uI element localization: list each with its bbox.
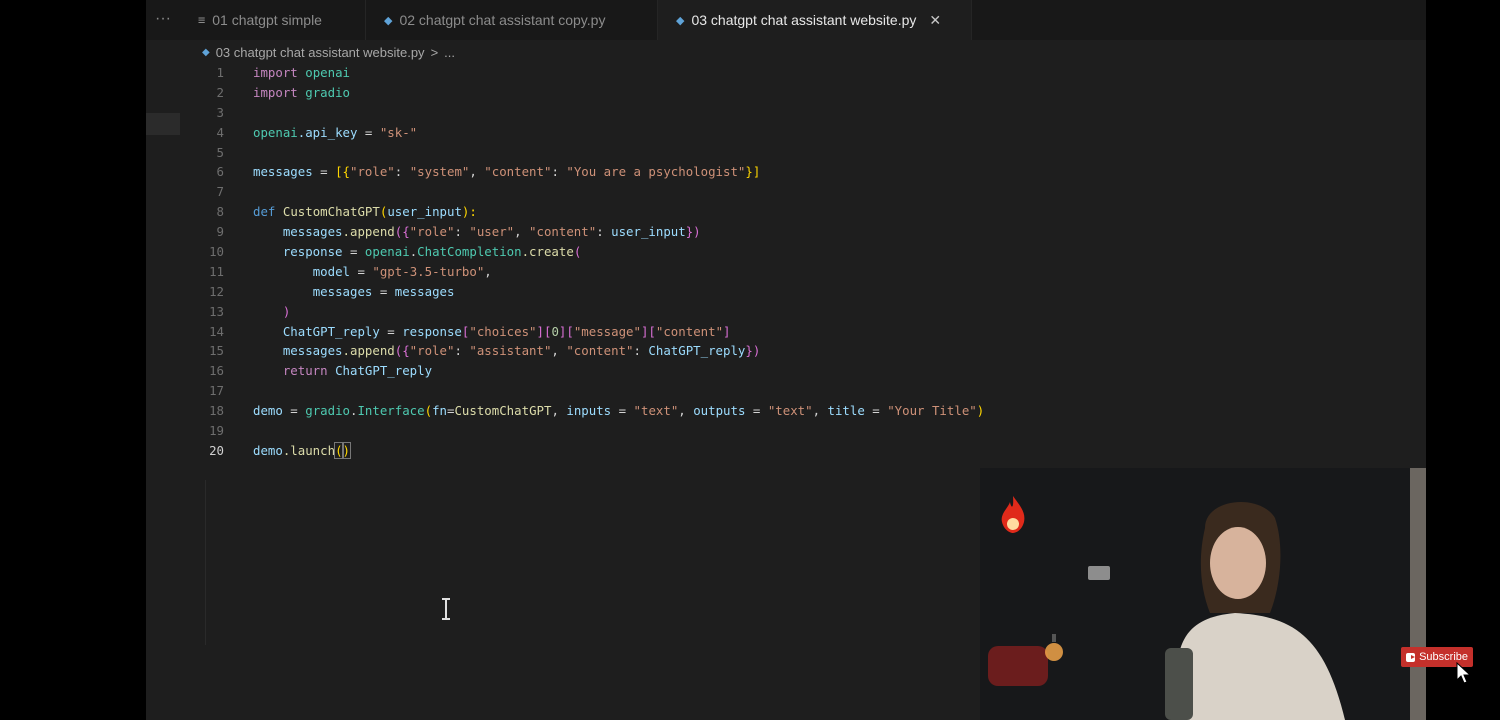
presenter-video	[1165, 501, 1345, 720]
line-number: 16	[209, 363, 224, 379]
code-text: messages = messages	[312, 283, 455, 299]
python-file-icon: ◆	[676, 14, 685, 27]
code-line: 2 import gradio	[198, 83, 1158, 103]
code-line: 15 messages.append({"role": "assistant",…	[198, 341, 1158, 361]
code-text: ChatGPT_reply = response["choices"][0]["…	[282, 323, 731, 339]
line-number: 7	[216, 184, 224, 200]
code-line: 3	[198, 103, 1158, 123]
lantern-icon	[1045, 634, 1063, 661]
code-line: 8 def CustomChatGPT(user_input):	[198, 202, 1158, 222]
tab-02-chatgpt-chat-assistant-copy[interactable]: ◆ 02 chatgpt chat assistant copy.py	[366, 0, 658, 40]
line-number: 10	[209, 244, 224, 260]
code-line: 10 response = openai.ChatCompletion.crea…	[198, 242, 1158, 262]
code-text: def CustomChatGPT(user_input):	[253, 204, 477, 220]
webcam-overlay	[980, 468, 1426, 720]
code-line: 4 openai.api_key = "sk-"	[198, 123, 1158, 143]
code-line: 7	[198, 182, 1158, 202]
code-text: response = openai.ChatCompletion.create(	[282, 244, 582, 260]
line-number: 13	[209, 303, 224, 319]
line-number: 6	[216, 164, 224, 180]
tab-bar: ··· ≡ 01 chatgpt simple ◆ 02 chatgpt cha…	[146, 0, 1426, 40]
text-cursor-icon	[442, 598, 450, 620]
tab-01-chatgpt-simple[interactable]: ≡ 01 chatgpt simple	[180, 0, 366, 40]
code-line: 1 import openai	[198, 63, 1158, 83]
python-file-icon: ◆	[384, 14, 393, 27]
line-number: 11	[209, 263, 224, 279]
code-line: 12 messages = messages	[198, 282, 1158, 302]
tab-03-chatgpt-chat-assistant-website[interactable]: ◆ 03 chatgpt chat assistant website.py ✕	[658, 0, 972, 40]
code-area[interactable]: 1 import openai 2 import gradio 3 4 open…	[198, 63, 1158, 461]
chevron-right-icon: >	[430, 44, 439, 60]
python-file-icon: ◆	[202, 46, 210, 58]
code-text: messages = [{"role": "system", "content"…	[253, 164, 761, 180]
red-pillow	[988, 646, 1048, 686]
code-text: messages.append({"role": "assistant", "c…	[282, 343, 761, 359]
tab-label: 02 chatgpt chat assistant copy.py	[399, 12, 606, 28]
code-line: 16 return ChatGPT_reply	[198, 361, 1158, 381]
code-text: messages.append({"role": "user", "conten…	[282, 224, 701, 240]
line-number: 18	[209, 403, 224, 419]
code-text: demo = gradio.Interface(fn=CustomChatGPT…	[253, 403, 985, 419]
breadcrumb-file[interactable]: 03 chatgpt chat assistant website.py	[216, 45, 425, 60]
tab-label: 03 chatgpt chat assistant website.py	[691, 12, 917, 28]
line-number: 14	[209, 323, 224, 339]
line-number: 17	[209, 383, 224, 399]
close-icon[interactable]: ✕	[929, 12, 941, 29]
wall-switch	[1088, 566, 1110, 580]
code-line: 5	[198, 143, 1158, 163]
line-number: 4	[216, 124, 224, 140]
code-line: 14 ChatGPT_reply = response["choices"][0…	[198, 322, 1158, 342]
line-number: 5	[216, 144, 224, 160]
line-number: 20	[209, 442, 224, 458]
tab-label: 01 chatgpt simple	[212, 12, 322, 28]
code-line: 17	[198, 381, 1158, 401]
tab-overflow-button[interactable]: ···	[146, 0, 180, 40]
mouse-pointer-icon	[1456, 662, 1472, 684]
line-number: 19	[209, 423, 224, 439]
line-number: 1	[216, 65, 224, 80]
indent-guide	[205, 480, 206, 645]
code-text: openai.api_key = "sk-"	[253, 124, 418, 140]
activity-bar-highlight	[146, 113, 180, 135]
flame-lamp-icon	[1001, 496, 1025, 533]
youtube-icon	[1406, 652, 1416, 662]
code-line: 18 demo = gradio.Interface(fn=CustomChat…	[198, 401, 1158, 421]
code-line-current: 20 demo.launch()	[198, 441, 1158, 461]
line-number: 12	[209, 283, 224, 299]
line-number: 3	[216, 104, 224, 120]
code-line: 19	[198, 421, 1158, 441]
code-line: 9 messages.append({"role": "user", "cont…	[198, 222, 1158, 242]
code-text: return ChatGPT_reply	[282, 363, 433, 379]
code-text: demo.launch()	[253, 441, 352, 459]
line-number: 2	[216, 84, 224, 100]
text-file-icon: ≡	[198, 13, 206, 27]
code-text: model = "gpt-3.5-turbo",	[312, 263, 492, 279]
breadcrumb: ◆ 03 chatgpt chat assistant website.py >…	[202, 42, 455, 62]
code-text: import openai	[253, 65, 350, 80]
code-line: 11 model = "gpt-3.5-turbo",	[198, 262, 1158, 282]
line-number: 15	[209, 343, 224, 359]
code-line: 6 messages = [{"role": "system", "conten…	[198, 162, 1158, 182]
line-number: 8	[216, 204, 224, 220]
wall	[1410, 468, 1426, 720]
code-line: 13 )	[198, 302, 1158, 322]
line-number: 9	[216, 224, 224, 240]
code-text: )	[282, 303, 291, 319]
breadcrumb-more[interactable]: ...	[444, 45, 455, 60]
code-text: import gradio	[253, 84, 350, 100]
